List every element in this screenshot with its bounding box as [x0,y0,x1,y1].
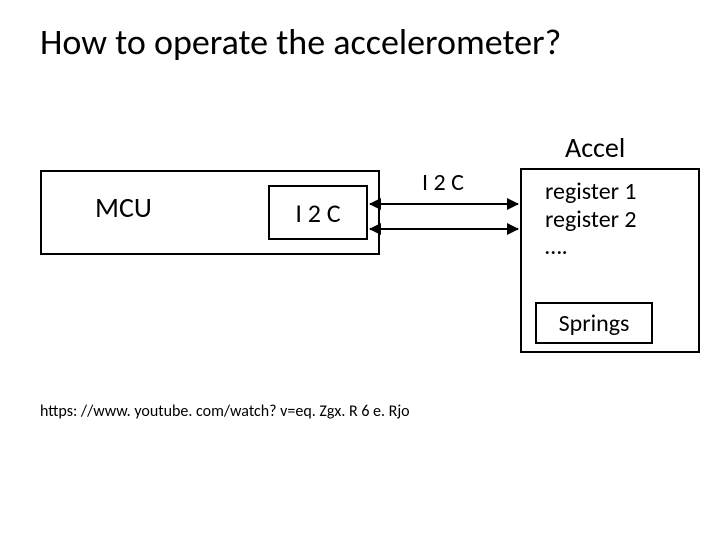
accel-register-more: …. [545,233,637,261]
i2c-bus-label: I 2 C [422,168,464,197]
i2c-bus-arrow-top [370,203,518,205]
i2c-bus-arrow-bottom [370,228,518,230]
accel-springs-box: Springs [535,302,653,344]
accel-register-1: register 1 [545,178,637,206]
accel-outside-label: Accel [565,130,625,165]
accel-registers: register 1 register 2 …. [545,178,637,261]
youtube-link-text: https: //www. youtube. com/watch? v=eq. … [40,402,410,421]
slide-title: How to operate the accelerometer? [40,20,680,64]
mcu-label: MCU [95,190,152,225]
mcu-i2c-block: I 2 C [268,185,368,240]
accel-register-2: register 2 [545,206,637,234]
slide: How to operate the accelerometer? Accel … [0,0,720,540]
